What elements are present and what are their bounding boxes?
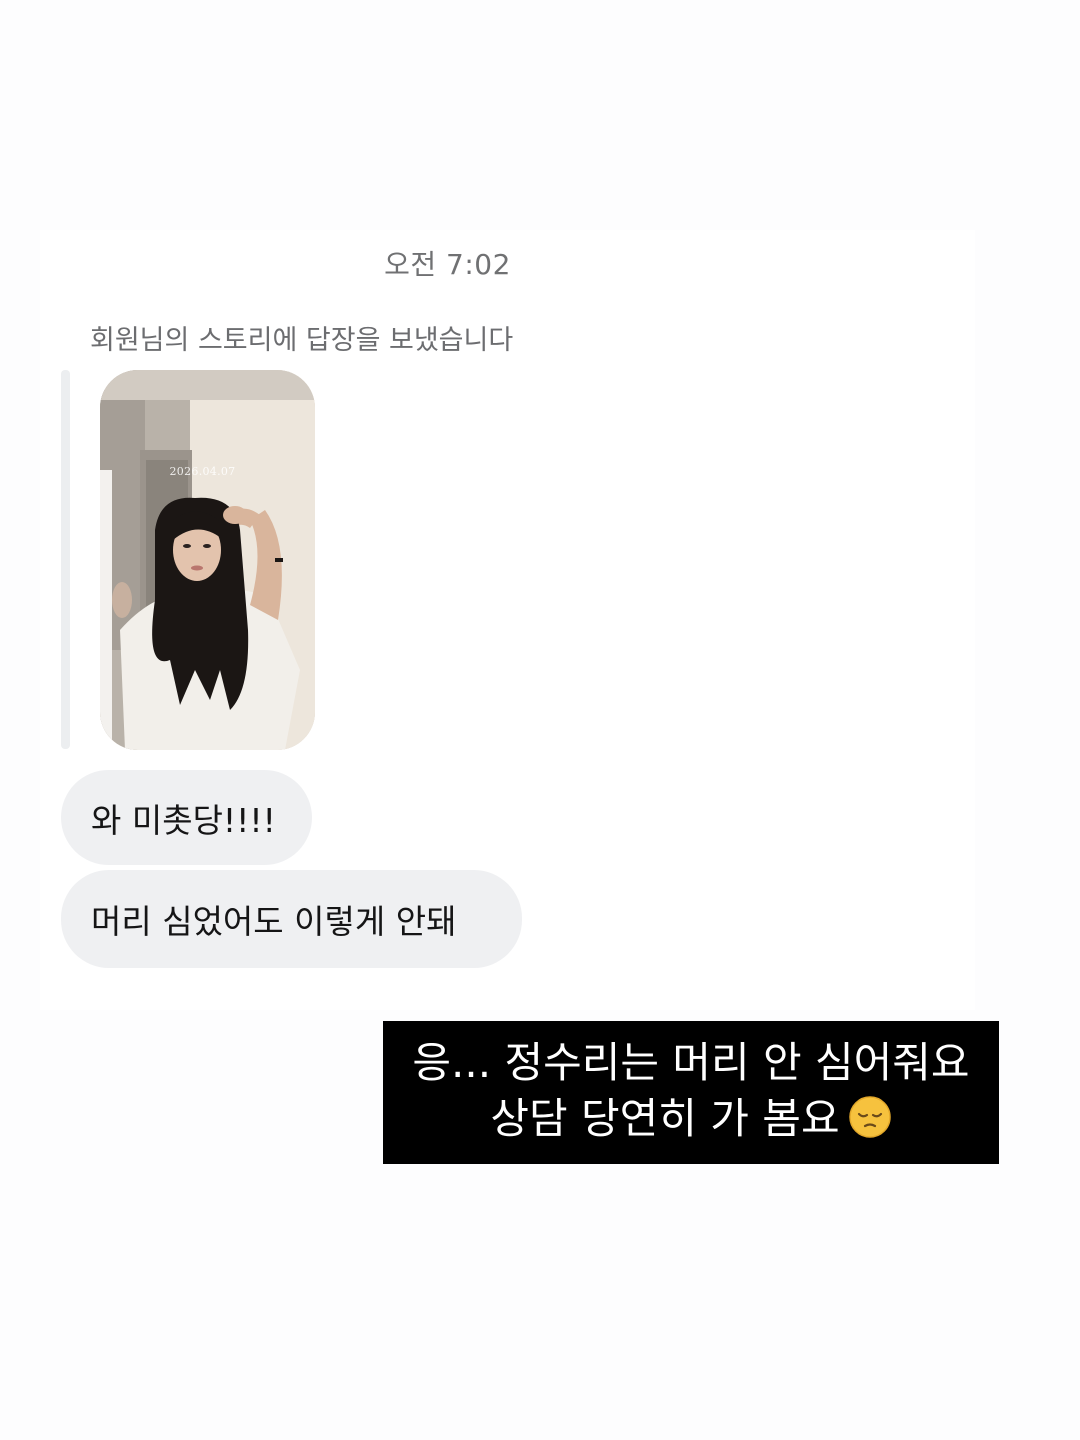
message-timestamp: 오전 7:02: [384, 248, 511, 281]
story-reply-notice: 회원님의 스토리에 답장을 보냈습니다: [90, 325, 514, 356]
pensive-face-emoji-icon: [848, 1096, 891, 1138]
caption-overlay: 응... 정수리는 머리 안 심어줘요 상담 당연히 가 봄요: [383, 1021, 999, 1164]
story-preview-image: [100, 370, 315, 750]
story-reply-quote-bar: [61, 370, 70, 749]
story-preview-thumbnail[interactable]: 2026.04.07: [100, 370, 315, 750]
caption-line-1: 응... 정수리는 머리 안 심어줘요: [412, 1038, 970, 1087]
message-bubble[interactable]: 머리 심었어도 이렇게 안돼: [61, 870, 522, 968]
message-text: 머리 심었어도 이렇게 안돼: [91, 902, 457, 941]
caption-line-2-text: 상담 당연히 가 봄요: [490, 1094, 840, 1143]
caption-line-2: 상담 당연히 가 봄요: [383, 1091, 999, 1147]
message-text: 와 미촛당!!!!: [91, 800, 276, 840]
story-date-overlay: 2026.04.07: [169, 465, 236, 478]
message-bubble[interactable]: 와 미촛당!!!!: [61, 770, 312, 865]
